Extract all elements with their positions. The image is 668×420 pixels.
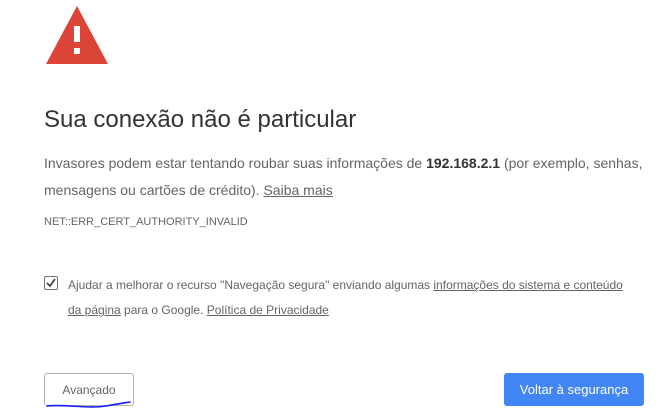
advanced-button-label: Avançado [62, 382, 116, 397]
advanced-button[interactable]: Avançado [44, 373, 134, 406]
opt-in-text-middle: para o Google. [120, 303, 207, 317]
page-title: Sua conexão não é particular [44, 106, 357, 133]
privacy-policy-link[interactable]: Política de Privacidade [207, 303, 329, 317]
host-name: 192.168.2.1 [426, 155, 501, 171]
checkmark-icon [46, 278, 56, 288]
back-to-safety-button[interactable]: Voltar à segurança [504, 373, 644, 406]
error-description: Invasores podem estar tentando roubar su… [44, 150, 644, 204]
safe-browsing-checkbox[interactable] [44, 276, 58, 290]
learn-more-link[interactable]: Saiba mais [263, 182, 332, 198]
error-code: NET::ERR_CERT_AUTHORITY_INVALID [44, 216, 248, 228]
opt-in-text: Ajudar a melhorar o recurso "Navegação s… [68, 278, 434, 292]
warning-triangle-icon [46, 6, 108, 64]
description-text: Invasores podem estar tentando roubar su… [44, 155, 427, 171]
interstitial-page: Sua conexão não é particular Invasores p… [0, 0, 668, 420]
safe-browsing-label: Ajudar a melhorar o recurso "Navegação s… [68, 273, 628, 323]
